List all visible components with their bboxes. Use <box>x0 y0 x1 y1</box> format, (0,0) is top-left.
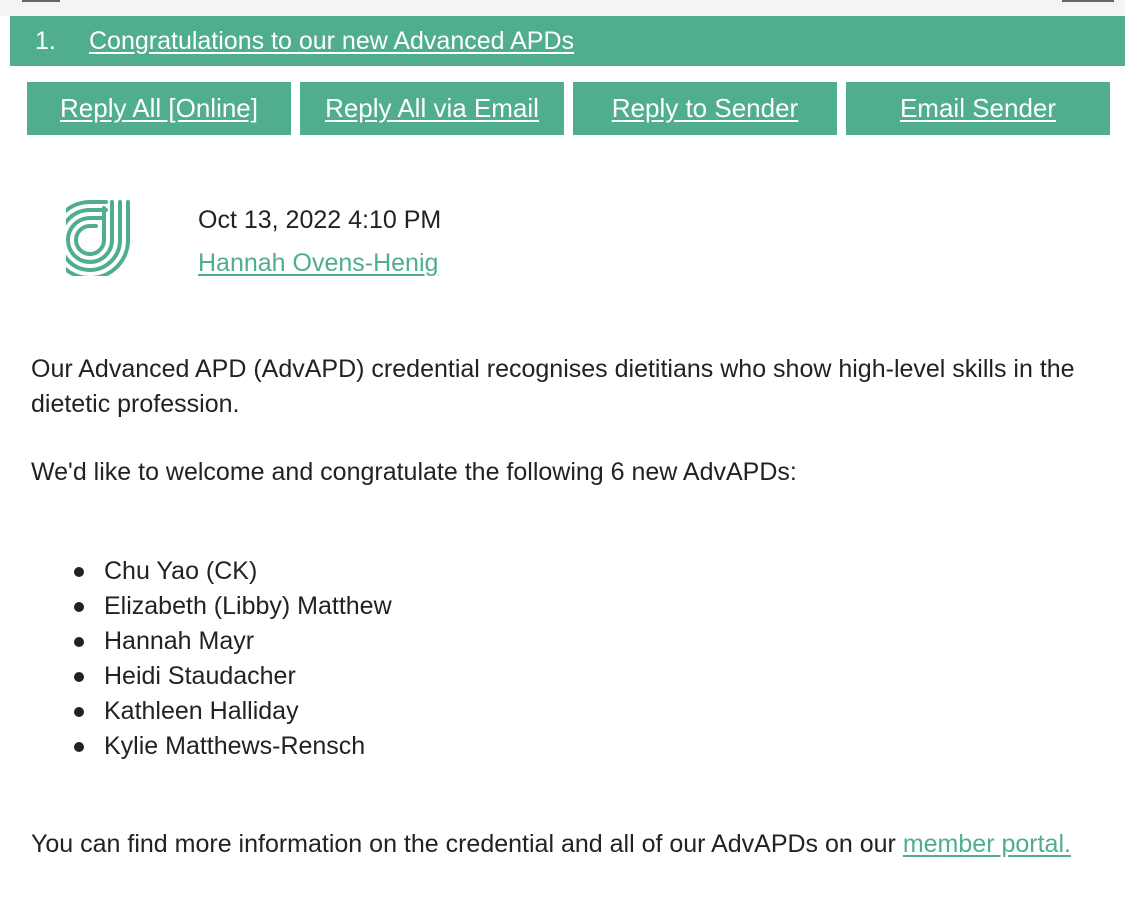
member-name: Heidi Staudacher <box>104 662 296 690</box>
member-list: Chu Yao (CK) Elizabeth (Libby) Matthew H… <box>0 554 392 764</box>
member-name: Hannah Mayr <box>104 627 255 655</box>
member-name: Kathleen Halliday <box>104 697 299 725</box>
author-link[interactable]: Hannah Ovens-Henig <box>198 249 438 278</box>
member-name: Kylie Matthews-Rensch <box>104 732 366 760</box>
organisation-logo-icon <box>50 198 144 280</box>
list-item: Hannah Mayr <box>0 624 392 659</box>
reply-all-online-button[interactable]: Reply All [Online] <box>27 82 291 135</box>
post-number: 1. <box>35 26 56 55</box>
reply-to-sender-button[interactable]: Reply to Sender <box>573 82 837 135</box>
outro-text: You can find more information on the cre… <box>31 830 903 858</box>
post-title-link[interactable]: Congratulations to our new Advanced APDs <box>89 27 574 56</box>
reply-all-email-button[interactable]: Reply All via Email <box>300 82 564 135</box>
bullet-icon <box>74 742 84 752</box>
bullet-icon <box>74 567 84 577</box>
member-name: Chu Yao (CK) <box>104 557 258 585</box>
email-sender-button[interactable]: Email Sender <box>846 82 1110 135</box>
bullet-icon <box>74 602 84 612</box>
post-title-bar: 1. Congratulations to our new Advanced A… <box>10 16 1125 66</box>
list-item: Heidi Staudacher <box>0 659 392 694</box>
list-item: Chu Yao (CK) <box>0 554 392 589</box>
top-fragment-left <box>22 0 60 2</box>
bullet-icon <box>74 672 84 682</box>
intro-paragraph: Our Advanced APD (AdvAPD) credential rec… <box>31 355 1075 418</box>
welcome-paragraph: We'd like to welcome and congratulate th… <box>31 458 797 486</box>
list-item: Elizabeth (Libby) Matthew <box>0 589 392 624</box>
member-name: Elizabeth (Libby) Matthew <box>104 592 392 620</box>
outro-paragraph: You can find more information on the cre… <box>31 827 1106 862</box>
bullet-icon <box>74 707 84 717</box>
member-portal-link[interactable]: member portal. <box>903 830 1071 858</box>
list-item: Kathleen Halliday <box>0 694 392 729</box>
logo-svg <box>50 200 130 280</box>
top-fragment-right <box>1062 0 1114 2</box>
post-date: Oct 13, 2022 4:10 PM <box>198 206 442 234</box>
bullet-icon <box>74 637 84 647</box>
list-item: Kylie Matthews-Rensch <box>0 729 392 764</box>
top-strip <box>0 0 1125 16</box>
